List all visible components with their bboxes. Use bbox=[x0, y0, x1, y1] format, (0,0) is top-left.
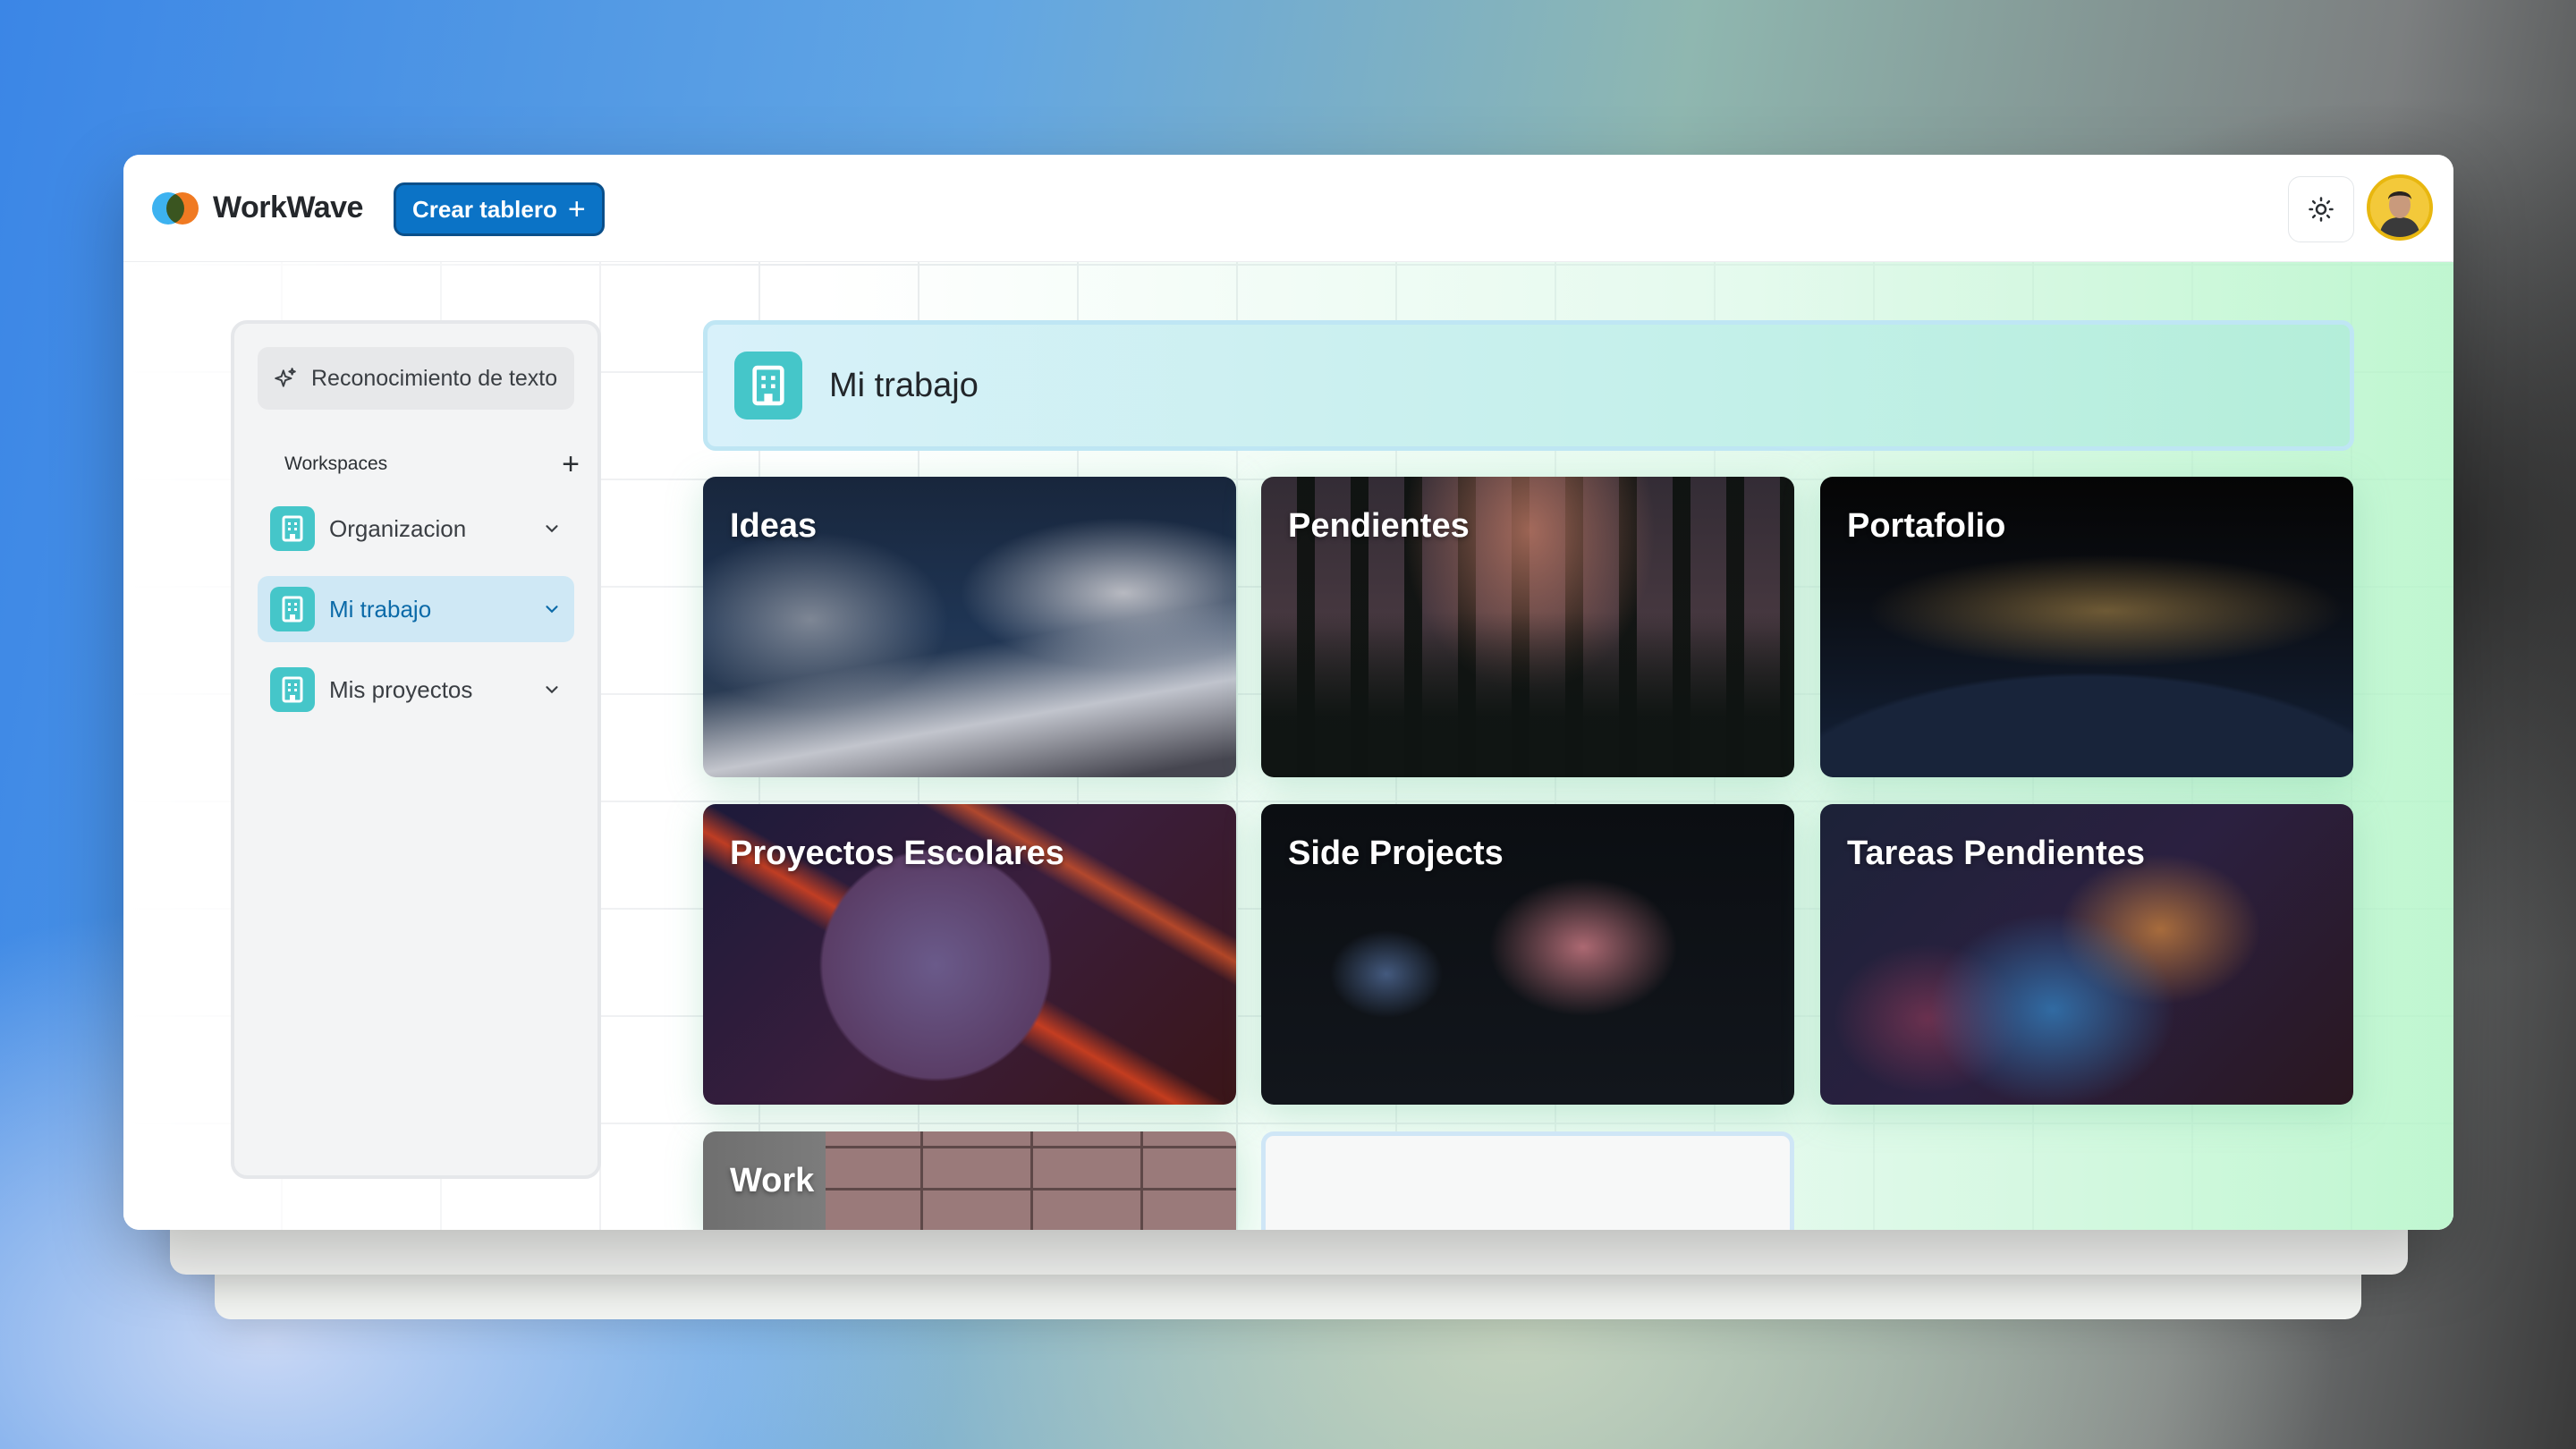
sidebar-item-mi-trabajo[interactable]: Mi trabajo bbox=[258, 576, 574, 642]
sidebar-item-mis-proyectos[interactable]: Mis proyectos bbox=[258, 657, 574, 723]
building-icon bbox=[734, 352, 802, 419]
chevron-down-icon[interactable] bbox=[542, 599, 562, 619]
board-title: Portafolio bbox=[1847, 507, 2006, 545]
board-title: Proyectos Escolares bbox=[730, 835, 1064, 872]
add-workspace-icon[interactable]: + bbox=[562, 449, 580, 479]
board-card-proyectos-escolares[interactable]: Proyectos Escolares bbox=[703, 804, 1236, 1105]
chevron-down-icon[interactable] bbox=[542, 519, 562, 538]
sparkles-icon bbox=[275, 368, 296, 387]
building-icon bbox=[270, 506, 315, 551]
workspace-header: Mi trabajo bbox=[703, 320, 2354, 451]
create-board-button[interactable]: Crear tablero + bbox=[394, 182, 605, 236]
plus-icon: + bbox=[567, 192, 586, 226]
board-card-portafolio[interactable]: Portafolio bbox=[1820, 477, 2353, 777]
workspaces-header: Workspaces + bbox=[284, 449, 580, 479]
user-avatar[interactable] bbox=[2367, 174, 2433, 241]
chevron-down-icon[interactable] bbox=[542, 680, 562, 699]
board-card-side-projects[interactable]: Side Projects bbox=[1261, 804, 1794, 1105]
main-area: Reconocimiento de texto Workspaces + Org… bbox=[123, 262, 2453, 1230]
page-title: Mi trabajo bbox=[829, 366, 979, 404]
user-photo-icon bbox=[2370, 178, 2429, 237]
board-title: Ideas bbox=[730, 507, 818, 545]
board-title: Pendientes bbox=[1288, 507, 1470, 545]
board-title: Work bbox=[730, 1162, 815, 1199]
text-recognition-label: Reconocimiento de texto bbox=[311, 365, 558, 391]
top-bar: WorkWave Crear tablero + bbox=[123, 155, 2453, 262]
workspaces-title: Workspaces bbox=[284, 453, 388, 474]
text-recognition-button[interactable]: Reconocimiento de texto bbox=[258, 347, 574, 410]
sidebar: Reconocimiento de texto Workspaces + Org… bbox=[231, 320, 601, 1179]
theme-toggle-button[interactable] bbox=[2288, 176, 2354, 242]
create-board-label: Crear tablero bbox=[412, 195, 557, 223]
building-icon bbox=[270, 667, 315, 712]
board-title: Side Projects bbox=[1288, 835, 1504, 872]
board-title: Tareas Pendientes bbox=[1847, 835, 2146, 872]
board-card-pendientes[interactable]: Pendientes bbox=[1261, 477, 1794, 777]
app-window: WorkWave Crear tablero + Reconocimiento … bbox=[123, 155, 2453, 1230]
new-board-card[interactable] bbox=[1261, 1131, 1794, 1230]
sidebar-item-label: Organizacion bbox=[329, 514, 467, 542]
board-card-work[interactable]: Work bbox=[703, 1131, 1236, 1230]
sidebar-item-label: Mis proyectos bbox=[329, 675, 473, 703]
workwave-logo-icon bbox=[152, 192, 199, 225]
sidebar-item-organizacion[interactable]: Organizacion bbox=[258, 496, 574, 562]
board-card-tareas-pendientes[interactable]: Tareas Pendientes bbox=[1820, 804, 2353, 1105]
board-card-ideas[interactable]: Ideas bbox=[703, 477, 1236, 777]
building-icon bbox=[270, 587, 315, 631]
sidebar-item-label: Mi trabajo bbox=[329, 595, 432, 623]
brand-name: WorkWave bbox=[213, 191, 363, 225]
sun-icon bbox=[2309, 197, 2334, 222]
